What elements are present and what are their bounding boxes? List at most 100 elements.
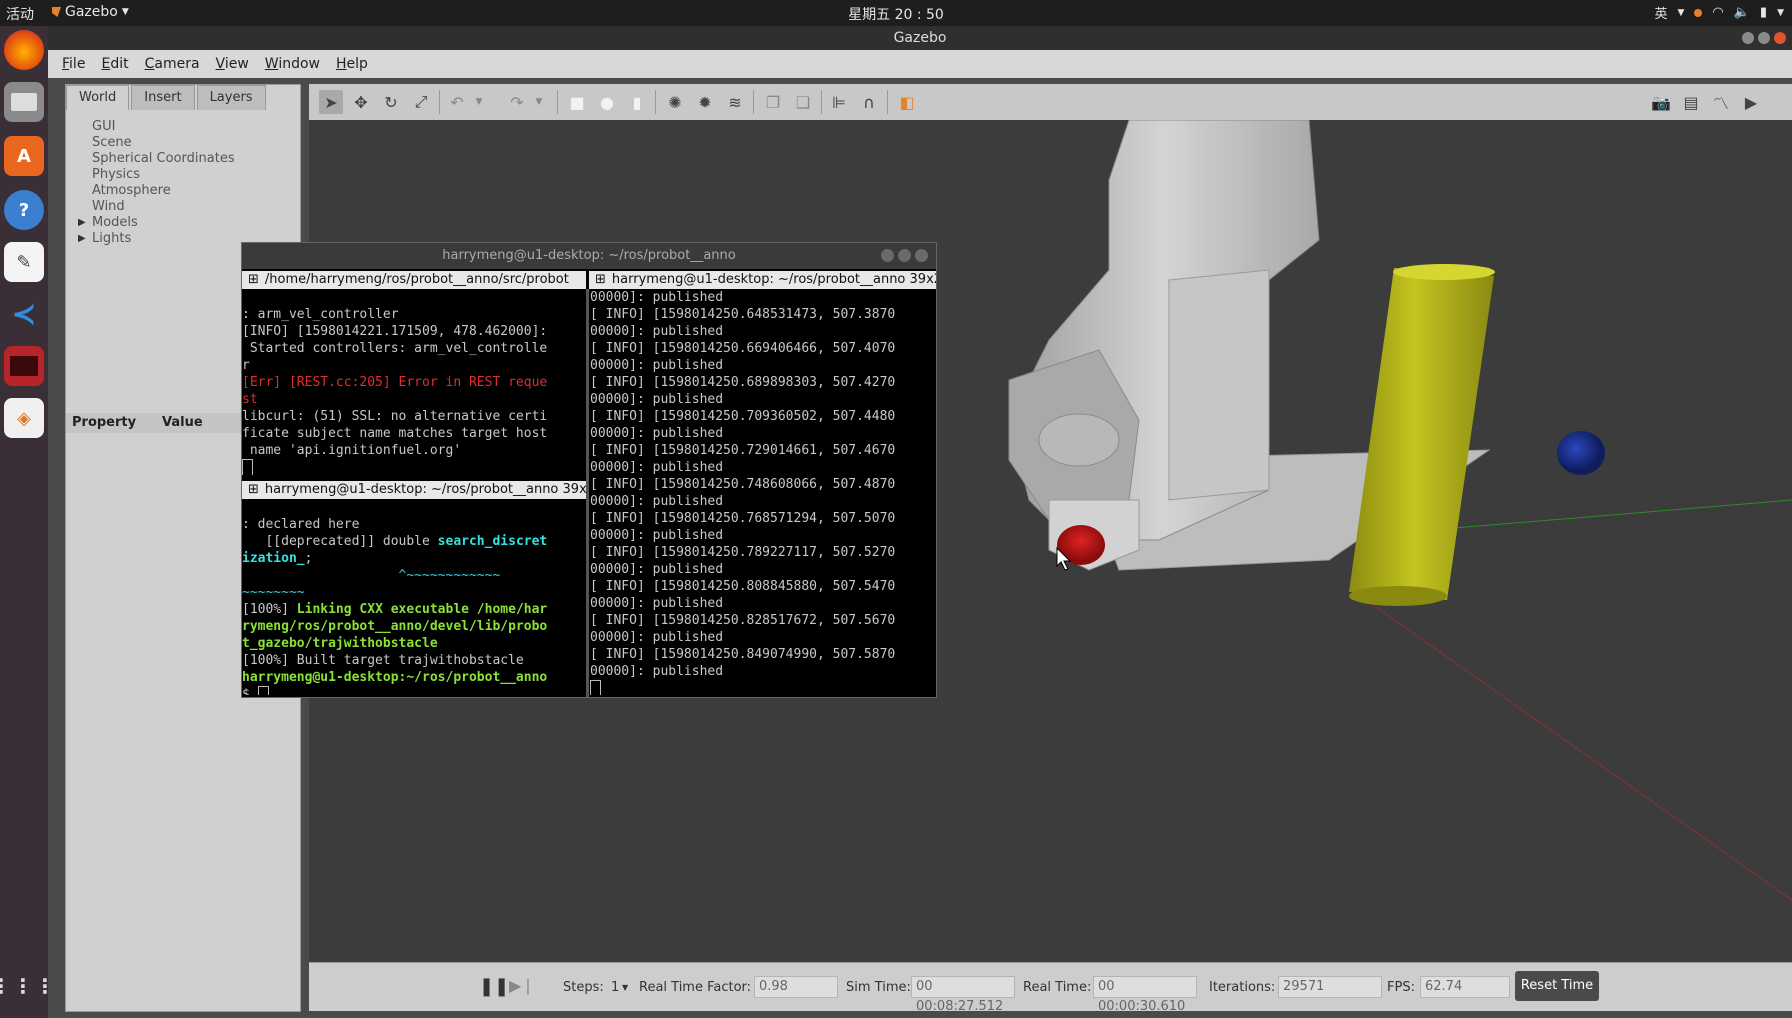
box-shape-icon[interactable]: ■	[565, 90, 589, 114]
terminal-window[interactable]: harrymeng@u1-desktop: ~/ros/probot__anno…	[241, 242, 937, 698]
terminal-minimize-button[interactable]	[881, 249, 894, 262]
tree-item-atmosphere[interactable]: Atmosphere	[72, 183, 235, 199]
pane1-output[interactable]: : arm_vel_controller [INFO] [1598014221.1…	[242, 289, 586, 475]
terminal-line: [[deprecated]] double	[242, 534, 438, 549]
redo-history-icon[interactable]: ▼	[527, 90, 551, 114]
terminal-line: [ INFO] [1598014250.828517672, 507.5670	[590, 613, 896, 628]
tree-item-scene[interactable]: Scene	[72, 135, 235, 151]
input-method-indicator[interactable]: 英	[1654, 3, 1667, 22]
software-center-icon[interactable]: A	[4, 136, 44, 176]
tree-item-gui[interactable]: GUI	[72, 119, 235, 135]
align-icon[interactable]: ⊫	[827, 90, 851, 114]
chevron-down-icon[interactable]: ▼	[622, 983, 628, 992]
menu-camera[interactable]: Camera	[145, 56, 200, 72]
menu-view[interactable]: View	[216, 56, 249, 72]
terminal-line: name 'api.ignitionfuel.org'	[242, 443, 462, 458]
tree-item-label: Lights	[92, 231, 132, 246]
tab-insert[interactable]: Insert	[131, 85, 195, 110]
sim-time-value: 00 00:08:27.512	[911, 976, 1015, 1014]
terminal-line: : arm_vel_controller	[242, 307, 399, 322]
pause-icon[interactable]: ❚❚	[479, 976, 509, 997]
terminal-line: 00000]: published	[590, 290, 724, 305]
scene-toolbar: ➤ ✥ ↻ ⤢ ↶ ▼ ↷ ▼ ■ ● ▮ ✺ ✹ ≋ ❐ ❏ ⊫ ∩ ◧ 📷 …	[309, 84, 1792, 121]
steps-value[interactable]: 1	[611, 980, 619, 995]
plot-icon[interactable]: 〽	[1709, 90, 1733, 114]
step-icon[interactable]: ▶❘	[509, 976, 535, 995]
close-button[interactable]	[1774, 32, 1786, 44]
terminal-link-line: Linking CXX executable /home/har	[296, 602, 548, 617]
select-mode-icon[interactable]: ➤	[319, 90, 343, 114]
spot-light-icon[interactable]: ✹	[693, 90, 717, 114]
terminal-line: libcurl: (51) SSL: no alternative certi	[242, 409, 548, 424]
layers-app-icon[interactable]: ◈	[4, 398, 44, 438]
minimize-button[interactable]	[1742, 32, 1754, 44]
expand-arrow-icon[interactable]: ▶	[78, 215, 86, 231]
cylinder-shape-icon[interactable]: ▮	[625, 90, 649, 114]
pane-divider[interactable]	[586, 289, 589, 697]
pane3-output[interactable]: 00000]: published [ INFO] [1598014250.648…	[590, 289, 936, 695]
tree-item-wind[interactable]: Wind	[72, 199, 235, 215]
scale-mode-icon[interactable]: ⤢	[409, 90, 433, 114]
tree-item-physics[interactable]: Physics	[72, 167, 235, 183]
tree-item-spherical-coordinates[interactable]: Spherical Coordinates	[72, 151, 235, 167]
paste-icon[interactable]: ❏	[791, 90, 815, 114]
clock[interactable]: 星期五 20 : 50	[0, 4, 1792, 24]
terminal-cursor	[257, 686, 269, 695]
terminal-line: 00000]: published	[590, 324, 724, 339]
terminal-line: 00000]: published	[590, 392, 724, 407]
firefox-icon[interactable]	[4, 30, 44, 70]
change-view-icon[interactable]: ◧	[895, 90, 919, 114]
pane1-header[interactable]: ⊞/home/harrymeng/ros/probot__anno/src/pr…	[242, 271, 586, 289]
undo-history-icon[interactable]: ▼	[467, 90, 491, 114]
terminal-title: harrymeng@u1-desktop: ~/ros/probot__anno	[442, 248, 736, 263]
terminal-line: [ INFO] [1598014250.689898303, 507.4270	[590, 375, 896, 390]
log-icon[interactable]: ▤	[1679, 90, 1703, 114]
copy-icon[interactable]: ❐	[761, 90, 785, 114]
pane3-header[interactable]: ⊞ harrymeng@u1-desktop: ~/ros/probot__ann…	[589, 271, 936, 289]
tree-item-models[interactable]: ▶ Models	[72, 215, 235, 231]
tree-item-lights[interactable]: ▶ Lights	[72, 231, 235, 247]
pane2-output[interactable]: : declared here [[deprecated]] double se…	[242, 499, 586, 695]
menu-edit[interactable]: Edit	[101, 56, 128, 72]
menu-help[interactable]: Help	[336, 56, 368, 72]
yellow-cylinder	[1349, 268, 1494, 600]
sim-time-label: Sim Time:	[846, 980, 911, 995]
menu-file[interactable]: File	[62, 56, 85, 72]
sphere-shape-icon[interactable]: ●	[595, 90, 619, 114]
files-icon[interactable]	[4, 82, 44, 122]
property-column-header: Property	[72, 415, 137, 430]
terminal-app-icon[interactable]	[4, 346, 44, 386]
tab-layers[interactable]: Layers	[196, 85, 266, 110]
real-time-factor-label: Real Time Factor:	[639, 980, 752, 995]
vscode-icon[interactable]: ≺	[4, 294, 44, 334]
maximize-button[interactable]	[1758, 32, 1770, 44]
cylinder-top	[1393, 264, 1495, 280]
help-icon[interactable]: ?	[4, 190, 44, 230]
terminal-close-button[interactable]	[915, 249, 928, 262]
menu-window[interactable]: Window	[265, 56, 320, 72]
snap-icon[interactable]: ∩	[857, 90, 881, 114]
rotate-mode-icon[interactable]: ↻	[379, 90, 403, 114]
chevron-down-icon: ▼	[1777, 7, 1784, 18]
point-light-icon[interactable]: ✺	[663, 90, 687, 114]
record-video-icon[interactable]: ▶	[1739, 90, 1763, 114]
system-tray[interactable]: 英 ▼ ◠ 🔈 ▮ ▼	[1654, 3, 1784, 22]
terminal-title-bar[interactable]: harrymeng@u1-desktop: ~/ros/probot__anno	[242, 243, 936, 269]
reset-time-button[interactable]: Reset Time	[1515, 971, 1599, 1001]
terminal-prompt: harrymeng@u1-desktop:~/ros/probot__anno	[242, 670, 548, 685]
redo-icon[interactable]: ↷	[505, 90, 529, 114]
undo-icon[interactable]: ↶	[445, 90, 469, 114]
terminal-line: 00000]: published	[590, 358, 724, 373]
expand-arrow-icon[interactable]: ▶	[78, 231, 86, 247]
pane2-header[interactable]: ⊞ harrymeng@u1-desktop: ~/ros/probot__ann…	[242, 481, 586, 499]
tree-item-label: Models	[92, 215, 138, 230]
translate-mode-icon[interactable]: ✥	[349, 90, 373, 114]
terminal-line: Started controllers: arm_vel_controlle	[242, 341, 548, 356]
text-editor-icon[interactable]: ✎	[4, 242, 44, 282]
steps-label: Steps:	[563, 980, 604, 995]
directional-light-icon[interactable]: ≋	[723, 90, 747, 114]
show-applications-icon[interactable]: ⋮⋮⋮	[0, 966, 55, 1006]
screenshot-icon[interactable]: 📷	[1649, 90, 1673, 114]
tab-world[interactable]: World	[66, 85, 130, 110]
terminal-maximize-button[interactable]	[898, 249, 911, 262]
